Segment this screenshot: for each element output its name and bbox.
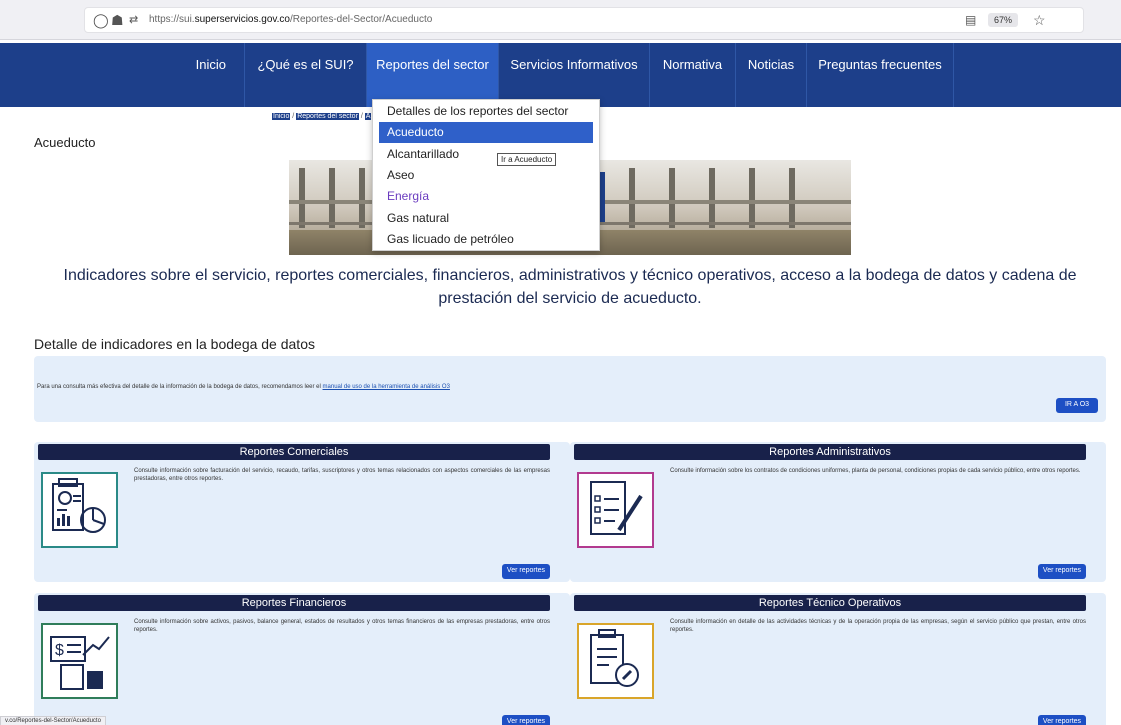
nav-noticias[interactable]: Noticias — [735, 43, 806, 107]
browser-toolbar: ◯ ☗ ⇄ https://sui.superservicios.gov.co/… — [0, 0, 1121, 40]
card-reportes-financieros: Reportes Financieros $ Consulte informac… — [34, 593, 570, 725]
warehouse-section-title: Detalle de indicadores en la bodega de d… — [34, 336, 315, 352]
reportes-dropdown-menu: Detalles de los reportes del sector Acue… — [372, 99, 600, 251]
card-reportes-comerciales: Reportes Comerciales Consulte informació… — [34, 442, 570, 582]
card-description: Consulte información en detalle de las a… — [670, 619, 1086, 633]
shield-icon[interactable]: ◯ — [93, 12, 109, 28]
nav-normativa[interactable]: Normativa — [649, 43, 735, 107]
ver-reportes-administrativos-button[interactable]: Ver reportes — [1038, 564, 1086, 579]
breadcrumb-section[interactable]: Reportes del sector — [296, 113, 359, 120]
dropdown-item-gas-natural[interactable]: Gas natural — [379, 208, 593, 229]
svg-text:$: $ — [55, 642, 64, 659]
breadcrumb-separator: / — [292, 113, 295, 120]
dropdown-item-detalles[interactable]: Detalles de los reportes del sector — [379, 101, 593, 122]
tooltip: Ir a Acueducto — [497, 153, 557, 166]
ver-reportes-financieros-button[interactable]: Ver reportes — [502, 715, 550, 725]
warehouse-info-box: Para una consulta más efectiva del detal… — [34, 356, 1106, 422]
financial-report-icon: $ — [41, 623, 118, 699]
administrative-report-icon — [577, 472, 654, 548]
reader-view-icon[interactable]: ▤ — [965, 12, 976, 28]
manual-link[interactable]: manual de uso de la herramienta de análi… — [323, 384, 450, 390]
main-nav: Inicio ¿Qué es el SUI? Reportes del sect… — [0, 43, 1121, 107]
permissions-icon[interactable]: ⇄ — [129, 12, 138, 28]
ver-reportes-comerciales-button[interactable]: Ver reportes — [502, 564, 550, 579]
dropdown-item-alcantarillado[interactable]: Alcantarillado — [379, 144, 593, 165]
url-text[interactable]: https://sui.superservicios.gov.co/Report… — [149, 14, 432, 25]
page-title: Acueducto — [34, 135, 96, 150]
breadcrumb-current: A — [364, 113, 372, 120]
nav-spacer — [953, 43, 1013, 107]
breadcrumb: Inicio / Reportes del sector / A — [272, 113, 372, 120]
dropdown-item-gas-licuado[interactable]: Gas licuado de petróleo — [379, 229, 593, 250]
bookmark-star-icon[interactable]: ☆ — [1033, 12, 1046, 28]
lock-icon[interactable]: ☗ — [111, 12, 124, 28]
card-title: Reportes Administrativos — [574, 444, 1086, 460]
card-reportes-tecnico-operativos: Reportes Técnico Operativos Consulte inf… — [570, 593, 1106, 725]
ver-reportes-tecnico-operativos-button[interactable]: Ver reportes — [1038, 715, 1086, 725]
dropdown-item-acueducto[interactable]: Acueducto — [379, 122, 593, 143]
breadcrumb-separator: / — [360, 113, 363, 120]
address-bar[interactable]: ◯ ☗ ⇄ https://sui.superservicios.gov.co/… — [84, 7, 1084, 33]
nav-reportes-sector[interactable]: Reportes del sector — [366, 43, 498, 107]
nav-preguntas-frecuentes[interactable]: Preguntas frecuentes — [806, 43, 953, 107]
card-title: Reportes Técnico Operativos — [574, 595, 1086, 611]
card-description: Consulte información sobre facturación d… — [134, 468, 550, 482]
warehouse-info-text: Para una consulta más efectiva del detal… — [37, 384, 450, 390]
card-description: Consulte información sobre los contratos… — [670, 468, 1081, 474]
card-title: Reportes Financieros — [38, 595, 550, 611]
breadcrumb-home[interactable]: Inicio — [272, 113, 291, 120]
card-title: Reportes Comerciales — [38, 444, 550, 460]
commercial-report-icon — [41, 472, 118, 548]
card-reportes-administrativos: Reportes Administrativos Consulte inform… — [570, 442, 1106, 582]
card-description: Consulte información sobre activos, pasi… — [134, 619, 550, 633]
ir-a-o3-button[interactable]: IR A O3 — [1056, 398, 1098, 413]
dropdown-item-aseo[interactable]: Aseo — [379, 165, 593, 186]
page-subtitle: Indicadores sobre el servicio, reportes … — [63, 267, 1077, 307]
nav-servicios-informativos[interactable]: Servicios Informativos — [498, 43, 649, 107]
status-bar-url: v.co/Reportes-del-Sector/Acueducto — [0, 716, 106, 725]
nav-que-es-sui[interactable]: ¿Qué es el SUI? — [244, 43, 366, 107]
nav-inicio[interactable]: Inicio — [121, 43, 244, 107]
zoom-level[interactable]: 67% — [988, 13, 1019, 27]
dropdown-item-energia[interactable]: Energía — [379, 186, 593, 207]
technical-report-icon — [577, 623, 654, 699]
